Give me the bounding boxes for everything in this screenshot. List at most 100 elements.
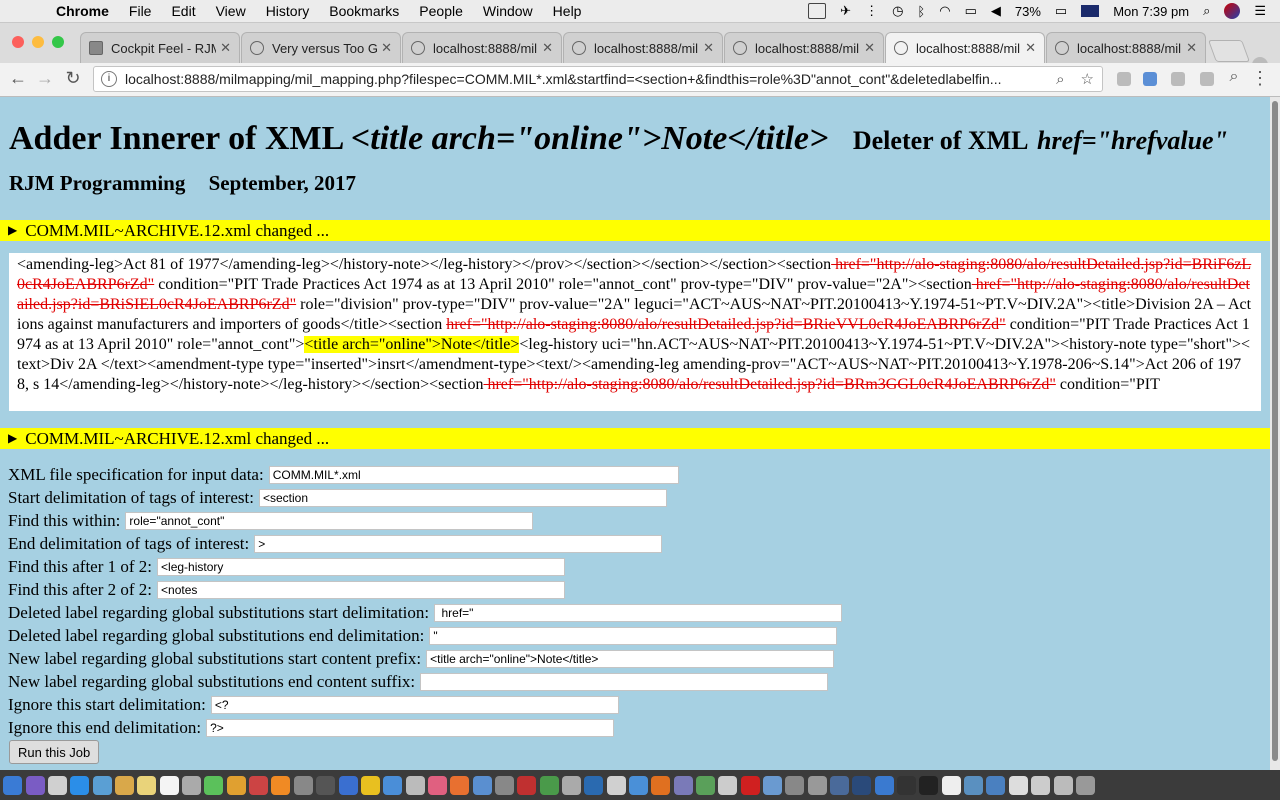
tab-close-icon[interactable]: ✕ (1186, 40, 1197, 56)
photos-icon[interactable] (226, 775, 246, 795)
page-scrollbar[interactable] (1270, 97, 1280, 770)
trash-icon[interactable] (1075, 775, 1095, 795)
app-icon[interactable] (249, 775, 269, 795)
app-icon[interactable] (606, 775, 626, 795)
document-icon[interactable] (1031, 775, 1051, 795)
chrome-menu-icon[interactable]: ⋮ (1248, 68, 1272, 89)
extension-icon[interactable] (1171, 72, 1185, 86)
menu-people[interactable]: People (419, 3, 463, 19)
menu-bookmarks[interactable]: Bookmarks (329, 3, 399, 19)
time-machine-icon[interactable]: ◷ (892, 3, 903, 19)
new-label-suffix-input[interactable] (420, 672, 829, 691)
ignore-start-input[interactable] (210, 695, 619, 714)
github-icon[interactable] (897, 775, 917, 795)
battery-icon[interactable]: ▭ (1055, 3, 1067, 19)
app-icon[interactable] (293, 775, 313, 795)
app-icon[interactable] (92, 775, 112, 795)
browser-tab[interactable]: localhost:8888/mil ✕ (1046, 32, 1206, 63)
grid-icon[interactable]: ⋮ (865, 3, 878, 19)
wifi-icon[interactable]: ◠ (939, 3, 950, 19)
app-icon[interactable] (450, 775, 470, 795)
forward-arrow-icon[interactable]: → (33, 68, 57, 89)
address-url[interactable]: localhost:8888/milmapping/mil_mapping.ph… (125, 71, 1048, 87)
app-icon[interactable] (115, 775, 135, 795)
menu-file[interactable]: File (129, 3, 152, 19)
app-icon[interactable] (830, 775, 850, 795)
end-delimitation-input[interactable] (254, 534, 663, 553)
app-icon[interactable] (941, 775, 961, 795)
search-zoom-icon[interactable]: ⌕ (1056, 71, 1064, 88)
chrome-icon[interactable] (539, 775, 559, 795)
status-app-icon[interactable] (808, 3, 827, 19)
menu-app-name[interactable]: Chrome (56, 3, 109, 19)
app-icon[interactable] (182, 775, 202, 795)
safari-icon[interactable] (70, 775, 90, 795)
extension-icon[interactable] (1117, 72, 1131, 86)
reload-icon[interactable]: ↻ (61, 68, 85, 89)
app-icon[interactable] (986, 775, 1006, 795)
tab-close-icon[interactable]: ✕ (220, 40, 231, 56)
volume-icon[interactable]: ◀ (991, 3, 1001, 19)
app-icon[interactable] (360, 775, 380, 795)
filespec-input[interactable] (268, 465, 679, 484)
app-icon[interactable] (383, 775, 403, 795)
siri-dock-icon[interactable] (25, 775, 45, 795)
php-icon[interactable] (673, 775, 693, 795)
find-after-1-input[interactable] (157, 557, 566, 576)
address-bar[interactable]: i localhost:8888/milmapping/mil_mapping.… (93, 66, 1103, 92)
app-icon[interactable] (696, 775, 715, 795)
changed-file-summary[interactable]: ▶ COMM.MIL~ARCHIVE.12.xml changed ... (0, 220, 1270, 241)
app-icon[interactable] (271, 775, 291, 795)
browser-tab[interactable]: localhost:8888/mil ✕ (402, 32, 562, 63)
back-arrow-icon[interactable]: ← (6, 68, 30, 89)
extension-icon[interactable] (1200, 72, 1214, 86)
siri-icon[interactable] (1224, 3, 1241, 19)
ignore-end-input[interactable] (206, 718, 615, 737)
app-icon[interactable] (718, 775, 738, 795)
app-icon[interactable] (338, 775, 358, 795)
app-icon[interactable] (763, 775, 783, 795)
bluetooth-icon[interactable]: ᛒ (917, 4, 925, 19)
browser-tab[interactable]: localhost:8888/mil ✕ (563, 32, 723, 63)
launchpad-icon[interactable] (48, 775, 68, 795)
start-delimitation-input[interactable] (258, 488, 667, 507)
search-icon[interactable]: ⌕ (1222, 68, 1246, 86)
browser-tab[interactable]: Cockpit Feel - RJM ✕ (80, 32, 240, 63)
tab-close-icon[interactable]: ✕ (542, 40, 553, 56)
airplay-icon[interactable]: ▭ (965, 3, 977, 19)
spotlight-search-icon[interactable]: ⌕ (1203, 3, 1210, 19)
browser-tab-active[interactable]: localhost:8888/mil ✕ (885, 32, 1045, 63)
tab-close-icon[interactable]: ✕ (864, 40, 875, 56)
scrollbar-thumb[interactable] (1272, 101, 1278, 761)
deleted-label-end-input[interactable] (429, 626, 838, 645)
notification-center-icon[interactable]: ☰ (1254, 3, 1266, 19)
opera-icon[interactable] (740, 775, 760, 795)
deleted-label-start-input[interactable] (434, 603, 843, 622)
run-job-button[interactable]: Run this Job (9, 740, 100, 764)
info-icon[interactable]: i (101, 71, 117, 87)
menu-edit[interactable]: Edit (171, 3, 195, 19)
app-icon[interactable] (874, 775, 894, 795)
battery-percent[interactable]: 73% (1015, 4, 1041, 19)
zoom-window-button[interactable] (52, 36, 64, 48)
notes-icon[interactable] (137, 775, 157, 795)
app-icon[interactable] (472, 775, 492, 795)
app-icon[interactable] (316, 775, 336, 795)
menu-help[interactable]: Help (553, 3, 582, 19)
bookmark-star-icon[interactable]: ☆ (1081, 70, 1094, 88)
finder-icon[interactable] (3, 775, 23, 795)
close-window-button[interactable] (12, 36, 24, 48)
changed-file-summary[interactable]: ▶ COMM.MIL~ARCHIVE.12.xml changed ... (0, 428, 1270, 449)
tools-icon[interactable]: ✈ (840, 3, 851, 19)
find-after-2-input[interactable] (157, 580, 566, 599)
new-tab-button[interactable] (1207, 40, 1251, 62)
browser-tab[interactable]: Very versus Too G ✕ (241, 32, 401, 63)
app-icon[interactable] (807, 775, 827, 795)
find-this-within-input[interactable] (125, 511, 534, 530)
extension-icon[interactable] (1143, 72, 1157, 86)
document-icon[interactable] (1008, 775, 1028, 795)
calendar-icon[interactable] (159, 775, 179, 795)
disclosure-triangle-icon[interactable]: ▶ (8, 431, 17, 446)
app-icon[interactable] (584, 775, 604, 795)
input-source-flag-icon[interactable] (1081, 5, 1100, 17)
